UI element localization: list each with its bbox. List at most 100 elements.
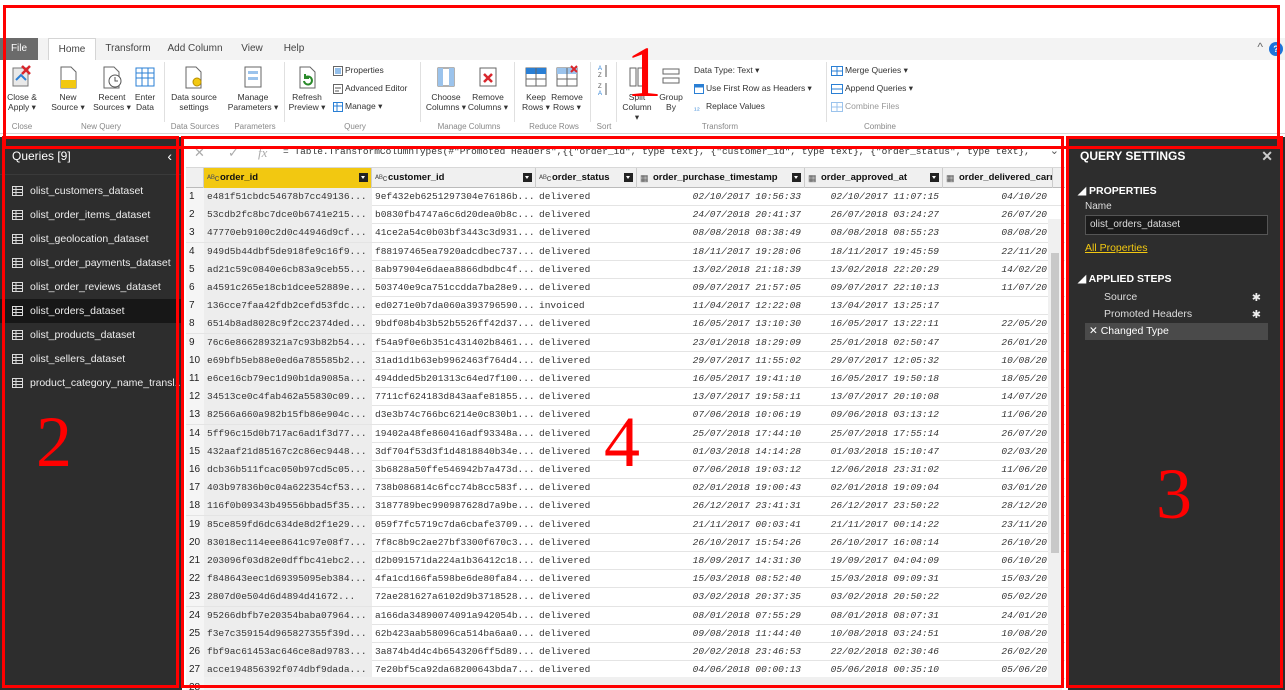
table-cell[interactable]: delivered — [536, 552, 637, 570]
table-cell[interactable]: delivered — [536, 534, 637, 552]
text-type-icon[interactable]: ᴬᴮc — [539, 168, 551, 188]
table-cell[interactable]: delivered — [536, 570, 637, 588]
table-cell[interactable]: 10/08/2018 03:24:51 — [805, 625, 943, 643]
collapse-ribbon-icon[interactable]: ^ — [1257, 40, 1263, 54]
table-cell[interactable]: 12/06/2018 23:31:02 — [805, 461, 943, 479]
table-cell[interactable]: 31ad1d1b63eb9962463f764d4... — [372, 352, 536, 370]
properties-button[interactable]: Properties — [333, 64, 384, 76]
expand-formula-icon[interactable]: ⌄ — [1050, 144, 1059, 157]
gear-icon[interactable]: ✱ — [1252, 307, 1261, 324]
table-cell[interactable]: 15/03/2018 09:09:31 — [805, 570, 943, 588]
column-header[interactable]: ᴬᴮc order_id — [204, 168, 372, 188]
table-cell[interactable]: 02/10/2017 11:07:15 — [805, 188, 943, 206]
table-cell[interactable]: 01/03/2018 14:14:28 — [637, 443, 805, 461]
table-cell[interactable]: 13/02/2018 22:20:29 — [805, 261, 943, 279]
choose-columns-button[interactable]: Choose Columns ▾ — [424, 60, 468, 112]
table-cell[interactable]: 203096f03d82e0dffbc41ebc2... — [204, 552, 372, 570]
table-cell[interactable]: 4fa1cd166fa598be6de80fa84... — [372, 570, 536, 588]
table-cell[interactable]: 09/08/2018 11:44:40 — [637, 625, 805, 643]
table-row[interactable]: 17 403b97836b0c04a622354cf53... 738b086814… — [186, 479, 1065, 498]
vertical-scroll-thumb[interactable] — [1051, 253, 1059, 553]
table-cell[interactable]: 21/11/2017 00:14:22 — [805, 516, 943, 534]
table-cell[interactable]: 02/03/20 — [943, 443, 1051, 461]
table-cell[interactable]: 03/02/2018 20:50:22 — [805, 588, 943, 606]
text-type-icon[interactable]: ᴬᴮc — [375, 168, 387, 188]
formula-input[interactable]: = Table.TransformColumnTypes(#"Promoted … — [283, 146, 1043, 157]
select-all-corner[interactable] — [186, 168, 204, 188]
table-cell[interactable]: invoiced — [536, 297, 637, 315]
table-cell[interactable]: 24/01/20 — [943, 607, 1051, 625]
tab-add-column[interactable]: Add Column — [164, 38, 226, 60]
table-cell[interactable]: delivered — [536, 315, 637, 333]
table-cell[interactable]: 28/12/20 — [943, 497, 1051, 515]
query-item[interactable]: olist_order_items_dataset — [0, 203, 182, 227]
tab-home[interactable]: Home — [48, 38, 96, 60]
table-cell[interactable]: 3a874b4d4c4b6543206ff5d89... — [372, 643, 536, 661]
close-apply-button[interactable]: Close & Apply ▾ — [2, 60, 42, 112]
remove-rows-button[interactable]: Remove Rows ▾ — [550, 60, 584, 112]
table-row[interactable]: 12 34513ce0c4fab462a55830c09... 7711cf6241… — [186, 388, 1065, 407]
table-cell[interactable]: 15/03/2018 08:52:40 — [637, 570, 805, 588]
table-cell[interactable]: 26/10/2017 16:08:14 — [805, 534, 943, 552]
table-row[interactable]: 7 136cce7faa42fdb2cefd53fdc... ed0271e0b7d… — [186, 297, 1065, 316]
table-cell[interactable]: 14/02/20 — [943, 261, 1051, 279]
query-name-field[interactable]: olist_orders_dataset — [1085, 215, 1268, 235]
table-cell[interactable]: dcb36b511fcac050b97cd5c05... — [204, 461, 372, 479]
table-cell[interactable]: 18/11/2017 19:45:59 — [805, 243, 943, 261]
table-cell[interactable]: e481f51cbdc54678b7cc49136... — [204, 188, 372, 206]
table-cell[interactable]: 85ce859fd6dc634de8d2f1e29... — [204, 515, 372, 534]
group-by-button[interactable]: Group By — [656, 60, 686, 112]
table-cell[interactable]: 19/09/2017 04:04:09 — [805, 552, 943, 570]
table-cell[interactable]: 2807d0e504d6d4894d41672... — [204, 588, 372, 607]
table-cell[interactable]: delivered — [536, 516, 637, 534]
table-cell[interactable]: 53cdb2fc8bc7dce0b6741e215... — [204, 206, 372, 225]
table-cell[interactable]: 02/01/2018 19:09:04 — [805, 479, 943, 497]
tab-help[interactable]: Help — [277, 38, 311, 60]
refresh-preview-button[interactable]: Refresh Preview ▾ — [286, 60, 328, 112]
table-cell[interactable]: 8ab97904e6daea8866dbdbc4f... — [372, 261, 536, 279]
data-type-dropdown[interactable]: Data Type: Text ▾ — [694, 64, 759, 76]
query-item[interactable]: olist_sellers_dataset — [0, 347, 182, 371]
table-cell[interactable]: 6514b8ad8028c9f2cc2374ded... — [204, 315, 372, 334]
table-cell[interactable]: 26/02/20 — [943, 643, 1051, 661]
cancel-formula-icon[interactable]: ✕ — [194, 145, 205, 161]
replace-values-button[interactable]: ₁₂ Replace Values — [694, 100, 765, 112]
query-item[interactable]: olist_geolocation_dataset — [0, 227, 182, 251]
table-cell[interactable]: 26/10/2017 15:54:26 — [637, 534, 805, 552]
query-item[interactable]: olist_order_payments_dataset — [0, 251, 182, 275]
manage-parameters-button[interactable]: Manage Parameters ▾ — [226, 60, 280, 112]
properties-section-header[interactable]: ◢ PROPERTIES — [1078, 185, 1157, 197]
table-cell[interactable]: f3e7c359154d965827355f39d... — [204, 624, 372, 643]
table-cell[interactable]: 10/08/20 — [943, 625, 1051, 643]
table-cell[interactable]: d3e3b74c766bc6214e0c830b1... — [372, 406, 536, 424]
table-cell[interactable]: 14/07/20 — [943, 388, 1051, 406]
table-cell[interactable]: 20/02/2018 23:46:53 — [637, 643, 805, 661]
help-icon[interactable]: ? — [1269, 42, 1283, 56]
table-cell[interactable]: a4591c265e18cb1dcee52889e... — [204, 279, 372, 297]
table-cell[interactable]: 07/06/2018 19:03:12 — [637, 461, 805, 479]
column-header[interactable]: ▦ order_delivered_carrie — [943, 168, 1053, 188]
table-cell[interactable]: 9bdf08b4b3b52b5526ff42d37... — [372, 315, 536, 333]
table-cell[interactable]: 76c6e866289321a7c93b82b54... — [204, 333, 372, 352]
table-cell[interactable]: delivered — [536, 425, 637, 443]
table-cell[interactable]: delivered — [536, 607, 637, 625]
step-source[interactable]: Source ✱ — [1085, 289, 1268, 306]
recent-sources-button[interactable]: Recent Sources ▾ — [90, 60, 134, 112]
column-filter-dropdown-icon[interactable] — [792, 173, 801, 182]
table-cell[interactable]: e6ce16cb79ec1d90b1da9085a... — [204, 370, 372, 388]
table-cell[interactable]: 738b086814c6fcc74b8cc583f... — [372, 479, 536, 497]
table-cell[interactable]: 503740e9ca751ccdda7ba28e9... — [372, 279, 536, 297]
step-changed-type[interactable]: ✕ Changed Type — [1085, 323, 1268, 340]
combine-files-button[interactable]: Combine Files — [831, 100, 899, 112]
split-column-button[interactable]: Split Column ▾ — [620, 60, 654, 122]
table-cell[interactable]: 08/08/2018 08:55:23 — [805, 224, 943, 242]
table-cell[interactable] — [943, 297, 1051, 315]
datetime-type-icon[interactable]: ▦ — [640, 168, 649, 188]
table-row[interactable]: 13 82566a660a982b15fb86e904c... d3e3b74c76… — [186, 406, 1065, 425]
table-cell[interactable]: 13/02/2018 21:18:39 — [637, 261, 805, 279]
table-cell[interactable]: 7711cf624183d843aafe81855... — [372, 388, 536, 406]
table-row[interactable]: 22 f848643eec1d69395095eb384... 4fa1cd166f… — [186, 570, 1065, 589]
table-cell[interactable]: delivered — [536, 497, 637, 515]
table-cell[interactable]: 5ff96c15d0b717ac6ad1f3d77... — [204, 424, 372, 443]
tab-transform[interactable]: Transform — [100, 38, 156, 60]
